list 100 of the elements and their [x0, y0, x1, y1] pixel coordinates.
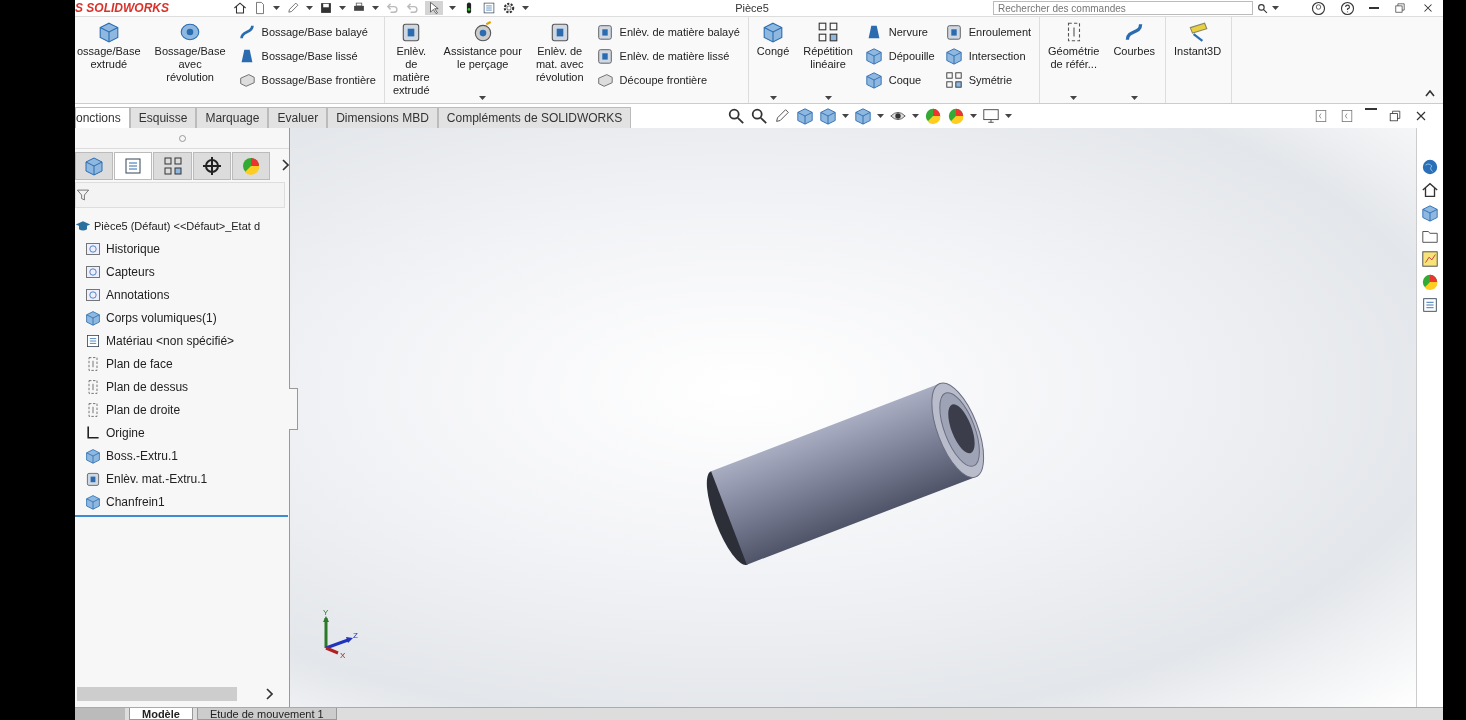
caret-icon[interactable] [912, 113, 920, 119]
caret-icon[interactable] [769, 96, 777, 101]
cube-icon [944, 47, 963, 65]
tree-item[interactable]: Plan de dessus [75, 375, 289, 398]
graphics-area[interactable]: Y Z X [290, 128, 1416, 707]
pattern-icon [817, 21, 840, 43]
tree-item[interactable]: Plan de droite [75, 398, 289, 421]
cut-block-icon [944, 23, 963, 41]
caret-icon[interactable] [1070, 96, 1078, 101]
restore-icon [1387, 108, 1403, 124]
cube-icon [864, 47, 883, 65]
gear-icon [502, 1, 516, 15]
caret-icon[interactable] [1130, 96, 1138, 101]
caret-icon[interactable] [449, 5, 456, 11]
tree-item[interactable]: Annotations [75, 283, 289, 306]
command-tab[interactable]: Dimensions MBD [327, 107, 438, 128]
tree-item[interactable]: Boss.-Extru.1 [75, 444, 289, 467]
magnifier-icon [1257, 2, 1268, 14]
ribbon-command[interactable]: Coque [864, 71, 935, 89]
color-wheel-icon [947, 107, 966, 125]
cube-icon [85, 447, 101, 464]
ribbon-command[interactable]: Enroulement [944, 23, 1032, 41]
ribbon-command[interactable]: Intersection [944, 47, 1032, 65]
caret-icon[interactable] [339, 5, 346, 11]
revolve-icon [179, 21, 202, 43]
tree-item[interactable]: Chanfrein1 [75, 490, 289, 513]
color-wheel-icon [240, 156, 261, 176]
caret-icon[interactable] [273, 5, 280, 11]
monitor-icon [982, 107, 1001, 125]
ribbon-command[interactable]: Bossage/Base balayé [237, 23, 376, 41]
command-tab[interactable]: Evaluer [268, 107, 328, 128]
ribbon-command[interactable]: Enlèv. de matière extrudé [390, 21, 432, 101]
caret-icon[interactable] [877, 113, 885, 119]
ribbon-command[interactable]: Géométrie de référ... [1046, 21, 1102, 101]
caret-icon[interactable] [372, 5, 379, 11]
panel-handle[interactable] [289, 388, 298, 430]
caret-icon[interactable] [1272, 5, 1279, 11]
list-icon [1421, 296, 1439, 314]
command-tab[interactable]: Compléments de SOLIDWORKS [437, 107, 632, 128]
chevron-icon[interactable] [281, 159, 289, 171]
cut-block-icon [85, 470, 101, 487]
ribbon-command[interactable]: Assistance pour le perçage [441, 21, 524, 101]
ribbon-command[interactable]: Instant3D [1172, 21, 1224, 101]
tree-item[interactable]: Corps volumiques(1) [75, 306, 289, 329]
plane-icon [85, 401, 101, 418]
command-tab[interactable]: Esquisse [129, 107, 197, 128]
globe-icon [1421, 158, 1439, 176]
ribbon-command[interactable]: Dépouille [864, 47, 935, 65]
ribbon-command[interactable]: Symétrie [944, 71, 1032, 89]
ribbon-command[interactable]: Bossage/Base lissé [237, 47, 376, 65]
caret-icon[interactable] [824, 96, 832, 101]
axis-triad-drawing: Y Z X [320, 608, 362, 660]
ribbon-command[interactable]: Bossage/Base avec révolution [152, 21, 228, 101]
caret-icon[interactable] [479, 96, 487, 101]
ribbon-command[interactable]: ossage/Base extrudé [75, 21, 143, 101]
caret-icon[interactable] [842, 113, 850, 119]
tree-item[interactable]: Enlèv. mat.-Extru.1 [75, 467, 289, 490]
list-icon [123, 156, 144, 176]
ribbon-command[interactable]: Répétition linéaire [801, 21, 855, 101]
cube-icon [796, 107, 815, 125]
caret-icon[interactable] [522, 5, 529, 11]
ribbon-command[interactable]: Enlèv. de matière balayé [595, 23, 740, 41]
panel-icon [1313, 108, 1329, 124]
tree-item[interactable]: Matériau <non spécifié> [75, 329, 289, 352]
ribbon-command[interactable]: Découpe frontière [595, 71, 740, 89]
caret-icon[interactable] [1005, 113, 1013, 119]
color-wheel-icon [1421, 273, 1439, 291]
caret-icon[interactable] [306, 5, 313, 11]
tree-item[interactable]: Historique [75, 237, 289, 260]
cube-icon [819, 107, 838, 125]
tree-item[interactable]: Origine [75, 421, 289, 444]
color-wheel-icon [924, 107, 943, 125]
ribbon-command[interactable]: Courbes [1111, 21, 1157, 101]
tree-item[interactable]: Capteurs [75, 260, 289, 283]
tree-item[interactable]: Plan de face [75, 352, 289, 375]
scrollbar-thumb[interactable] [77, 687, 237, 701]
cut-block-icon [595, 23, 614, 41]
ribbon-command[interactable]: Congé [754, 21, 792, 101]
command-tab[interactable]: Marquage [196, 107, 269, 128]
ribbon-command[interactable]: Bossage/Base frontière [237, 71, 376, 89]
ribbon-command[interactable]: Enlèv. de mat. avec révolution [533, 21, 586, 101]
panel-tab[interactable] [192, 152, 231, 180]
caret-icon[interactable] [970, 113, 978, 119]
model-tab[interactable]: Etude de mouvement 1 [196, 708, 337, 720]
collapse-icon[interactable] [1425, 90, 1435, 97]
chevron-icon[interactable] [265, 688, 273, 700]
cube-icon [85, 493, 101, 510]
plane-icon [85, 355, 101, 372]
tree-item[interactable]: Pièce5 (Défaut) <<Défaut>_Etat d [75, 214, 289, 237]
ribbon-command[interactable]: Nervure [864, 23, 935, 41]
sweep-icon [237, 23, 256, 41]
magnifier-icon [727, 107, 746, 125]
brick-icon [595, 71, 614, 89]
ribbon-command[interactable]: Enlèv. de matière lissé [595, 47, 740, 65]
document-title: Pièce5 [734, 2, 770, 14]
command-tab[interactable]: onctions [75, 107, 130, 128]
model-tab[interactable]: Modèle [129, 708, 193, 720]
search-field[interactable]: Rechercher des commandes [993, 1, 1253, 15]
filter-field[interactable] [75, 182, 285, 208]
crosshair-icon [201, 156, 222, 176]
